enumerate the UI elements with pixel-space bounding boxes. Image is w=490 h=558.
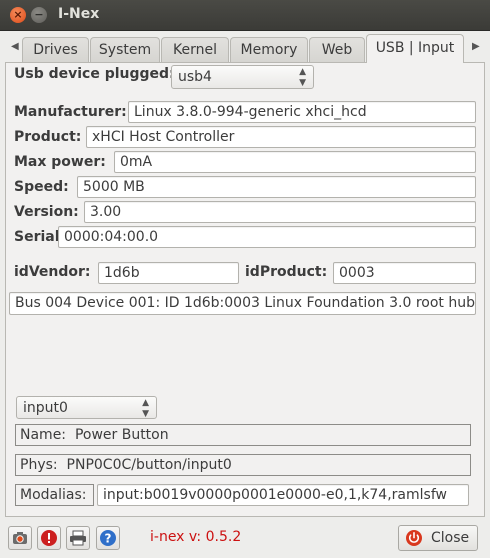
help-icon: ?: [100, 530, 116, 546]
report-bug-button[interactable]: [37, 526, 61, 550]
print-button[interactable]: [66, 526, 90, 550]
speed-field[interactable]: 5000 MB: [77, 176, 476, 198]
idproduct-field[interactable]: 0003: [333, 262, 476, 284]
idvendor-field[interactable]: 1d6b: [98, 262, 239, 284]
input-device-select-value: input0: [23, 400, 68, 416]
tab-usb-input[interactable]: USB | Input: [366, 34, 464, 63]
speed-label: Speed:: [14, 179, 69, 195]
version-text: i-nex v: 0.5.2: [150, 529, 242, 545]
close-button[interactable]: Close: [398, 525, 478, 551]
spin-arrows-icon: ▲ ▼: [142, 398, 149, 419]
idvendor-label: idVendor:: [14, 264, 91, 280]
usb-plugged-label: Usb device plugged:: [14, 66, 175, 82]
manufacturer-label: Manufacturer:: [14, 104, 127, 120]
tab-web[interactable]: Web: [309, 37, 365, 62]
serial-field[interactable]: 0000:04:00.0: [58, 226, 476, 248]
input-name-row: Name: Power Button: [15, 424, 471, 446]
spin-arrows-icon: ▲ ▼: [299, 67, 306, 88]
tab-memory[interactable]: Memory: [230, 37, 308, 62]
input-device-select[interactable]: input0 ▲ ▼: [16, 396, 157, 419]
usb-device-select[interactable]: usb4 ▲ ▼: [171, 65, 314, 89]
screenshot-button[interactable]: [8, 526, 32, 550]
close-button-label: Close: [431, 530, 470, 546]
product-field[interactable]: xHCI Host Controller: [86, 126, 476, 148]
input-phys-row: Phys: PNP0C0C/button/input0: [15, 454, 471, 476]
window-close-button[interactable]: ×: [10, 7, 26, 23]
print-icon: [70, 530, 86, 546]
tab-system[interactable]: System: [90, 37, 160, 62]
input-modalias-field[interactable]: input:b0019v0000p0001e0000-e0,1,k74,raml…: [97, 484, 469, 506]
usb-device-select-value: usb4: [178, 69, 212, 85]
max-power-field[interactable]: 0mA: [114, 151, 476, 173]
power-icon: [405, 529, 423, 555]
camera-icon: [13, 532, 27, 544]
tab-bar: ◀ Drives System Kernel Memory Web USB | …: [0, 33, 490, 63]
tab-kernel[interactable]: Kernel: [161, 37, 229, 62]
window-title: I-Nex: [58, 6, 100, 22]
bus-info-field[interactable]: Bus 004 Device 001: ID 1d6b:0003 Linux F…: [9, 292, 476, 315]
tab-drives[interactable]: Drives: [22, 37, 89, 62]
window-minimize-button[interactable]: −: [31, 7, 47, 23]
input-modalias-label: Modalias:: [15, 484, 94, 506]
input-phys-value: PNP0C0C/button/input0: [66, 457, 232, 473]
bottom-toolbar: ? i-nex v: 0.5.2 Close: [0, 522, 490, 558]
version-label: Version:: [14, 204, 79, 220]
serial-label: Serial: [14, 229, 60, 245]
max-power-label: Max power:: [14, 154, 106, 170]
tab-scroll-right-icon[interactable]: ▶: [472, 41, 480, 52]
help-button[interactable]: ?: [96, 526, 120, 550]
input-name-label: Name:: [20, 427, 67, 443]
report-bug-icon: [41, 530, 57, 546]
product-label: Product:: [14, 129, 82, 145]
idproduct-label: idProduct:: [245, 264, 328, 280]
manufacturer-field[interactable]: Linux 3.8.0-994-generic xhci_hcd: [128, 101, 476, 123]
input-name-value: Power Button: [74, 427, 169, 443]
title-bar: × − I-Nex: [0, 0, 490, 31]
input-phys-label: Phys:: [20, 457, 58, 473]
version-field[interactable]: 3.00: [84, 201, 476, 223]
svg-text:?: ?: [105, 532, 112, 546]
tab-scroll-left-icon[interactable]: ◀: [11, 41, 19, 52]
